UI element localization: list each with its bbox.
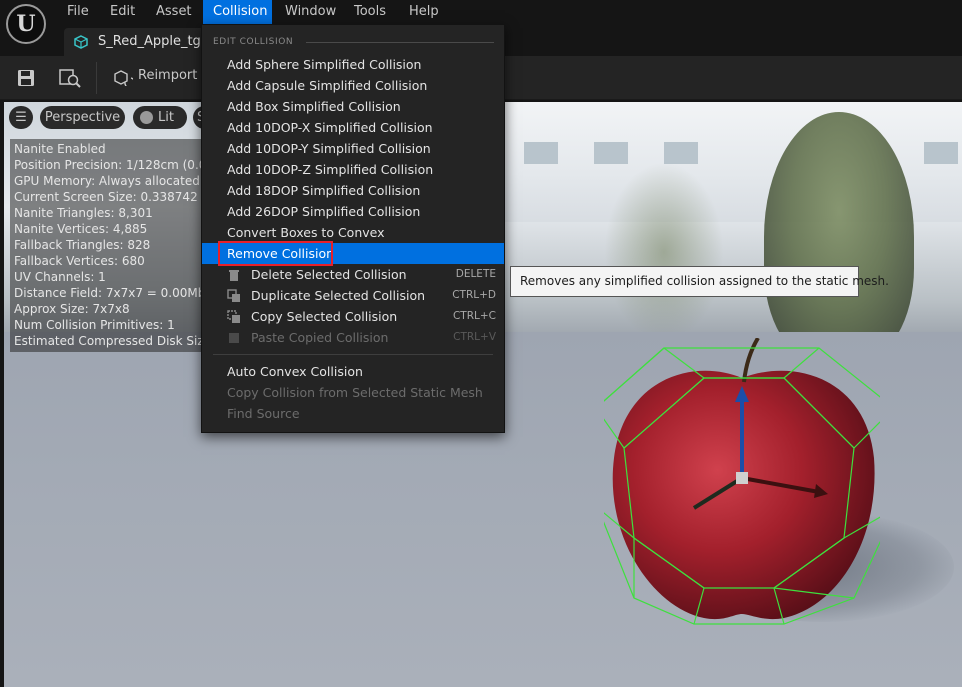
stat-line: GPU Memory: Always allocated 0 [14, 174, 212, 188]
mesh-stats-overlay: Nanite Enabled Position Precision: 1/128… [10, 139, 217, 352]
menu-help[interactable]: Help [401, 0, 447, 24]
menu-item-label: Convert Boxes to Convex [227, 225, 385, 240]
stat-line: Nanite Enabled [14, 142, 106, 156]
menu-item-add-18dop-collision[interactable]: Add 18DOP Simplified Collision [202, 180, 504, 201]
menu-item-paste-copied-collision[interactable]: Paste Copied Collision CTRL+V [202, 327, 504, 348]
background-tree [764, 112, 914, 362]
menu-item-shortcut: DELETE [455, 268, 496, 280]
save-icon [18, 70, 34, 86]
menu-item-label: Add Capsule Simplified Collision [227, 78, 428, 93]
menu-item-label: Add Box Simplified Collision [227, 99, 401, 114]
menu-item-label: Add 10DOP-X Simplified Collision [227, 120, 433, 135]
menu-edit[interactable]: Edit [102, 0, 143, 24]
menu-section-divider [306, 42, 494, 43]
reimport-button[interactable]: Reimport B [138, 68, 210, 83]
menu-item-label: Add 10DOP-Z Simplified Collision [227, 162, 434, 177]
stat-line: Fallback Triangles: 828 [14, 238, 151, 252]
menu-item-shortcut: CTRL+V [453, 331, 496, 343]
paste-icon [229, 333, 239, 343]
stat-line: UV Channels: 1 [14, 270, 106, 284]
stat-line: Nanite Triangles: 8,301 [14, 206, 153, 220]
menu-item-label: Auto Convex Collision [227, 364, 363, 379]
menu-item-copy-collision-from-mesh[interactable]: Copy Collision from Selected Static Mesh [202, 382, 504, 403]
viewport-menu-button[interactable]: ☰ [9, 106, 33, 129]
lit-sphere-icon [140, 111, 153, 124]
stat-line: Num Collision Primitives: 1 [14, 318, 175, 332]
stat-line: Position Precision: 1/128cm (0.00 [14, 158, 215, 172]
menu-item-shortcut: CTRL+D [452, 289, 496, 301]
menu-item-label: Duplicate Selected Collision [251, 288, 426, 303]
menu-file[interactable]: File [59, 0, 97, 24]
menu-item-label: Copy Collision from Selected Static Mesh [227, 385, 483, 400]
menu-item-add-sphere-collision[interactable]: Add Sphere Simplified Collision [202, 54, 504, 75]
lit-label: Lit [158, 110, 174, 125]
trash-icon [229, 270, 239, 281]
save-button[interactable] [14, 66, 38, 90]
menu-item-find-source[interactable]: Find Source [202, 403, 504, 424]
toolbar-divider [96, 62, 97, 94]
menu-item-label: Add 26DOP Simplified Collision [227, 204, 421, 219]
browse-button[interactable] [58, 66, 82, 90]
lit-button[interactable]: Lit [133, 106, 187, 129]
building-window [924, 142, 958, 164]
stat-line: Fallback Vertices: 680 [14, 254, 145, 268]
menu-item-shortcut: CTRL+C [452, 310, 496, 322]
perspective-button[interactable]: Perspective [40, 106, 125, 129]
menu-item-label: Add 18DOP Simplified Collision [227, 183, 421, 198]
menu-item-add-box-collision[interactable]: Add Box Simplified Collision [202, 96, 504, 117]
building-window [524, 142, 558, 164]
copy-icon [227, 310, 240, 323]
browse-icon [59, 69, 81, 88]
tooltip: Removes any simplified collision assigne… [510, 266, 889, 297]
collision-menu-dropdown: EDIT COLLISION Add Sphere Simplified Col… [201, 24, 505, 433]
menu-item-add-capsule-collision[interactable]: Add Capsule Simplified Collision [202, 75, 504, 96]
stat-line: Approx Size: 7x7x8 [14, 302, 130, 316]
static-mesh-icon [74, 35, 88, 49]
building-window [664, 142, 698, 164]
menu-item-label: Copy Selected Collision [251, 309, 398, 324]
menu-item-label: Paste Copied Collision [251, 330, 389, 345]
menu-item-copy-selected-collision[interactable]: Copy Selected Collision CTRL+C [202, 306, 504, 327]
menu-item-auto-convex-collision[interactable]: Auto Convex Collision [202, 361, 504, 382]
apple-mesh[interactable] [604, 338, 880, 628]
menu-item-duplicate-selected-collision[interactable]: Duplicate Selected Collision CTRL+D [202, 285, 504, 306]
highlight-annotation-box [218, 241, 333, 266]
stat-line: Estimated Compressed Disk Size [14, 334, 212, 348]
menu-asset[interactable]: Asset [148, 0, 200, 24]
reimport-icon [114, 70, 133, 86]
stat-line: Nanite Vertices: 4,885 [14, 222, 148, 236]
asset-tab[interactable]: S_Red_Apple_tgzc [64, 28, 204, 56]
menu-item-label: Delete Selected Collision [251, 267, 407, 282]
menu-item-add-10dop-y-collision[interactable]: Add 10DOP-Y Simplified Collision [202, 138, 504, 159]
background-foliage [604, 162, 724, 342]
menu-item-convert-boxes-to-convex[interactable]: Convert Boxes to Convex [202, 222, 504, 243]
menu-tools[interactable]: Tools [346, 0, 394, 24]
stat-line: Distance Field: 7x7x7 = 0.00Mb a [14, 286, 217, 300]
menu-item-delete-selected-collision[interactable]: Delete Selected Collision DELETE [202, 264, 504, 285]
menu-item-add-26dop-collision[interactable]: Add 26DOP Simplified Collision [202, 201, 504, 222]
building-window [594, 142, 628, 164]
menu-collision[interactable]: Collision [203, 0, 272, 24]
menu-item-label: Add Sphere Simplified Collision [227, 57, 422, 72]
menu-item-label: Add 10DOP-Y Simplified Collision [227, 141, 431, 156]
menu-item-add-10dop-x-collision[interactable]: Add 10DOP-X Simplified Collision [202, 117, 504, 138]
duplicate-icon [227, 289, 240, 302]
stat-line: Current Screen Size: 0.338742 [14, 190, 198, 204]
menu-section-header: EDIT COLLISION [213, 37, 294, 47]
menu-item-add-10dop-z-collision[interactable]: Add 10DOP-Z Simplified Collision [202, 159, 504, 180]
menu-window[interactable]: Window [277, 0, 344, 24]
menu-item-label: Find Source [227, 406, 300, 421]
asset-tab-label: S_Red_Apple_tgzc [98, 34, 204, 49]
unreal-logo-icon[interactable]: U [6, 4, 46, 44]
menu-divider [213, 354, 493, 355]
